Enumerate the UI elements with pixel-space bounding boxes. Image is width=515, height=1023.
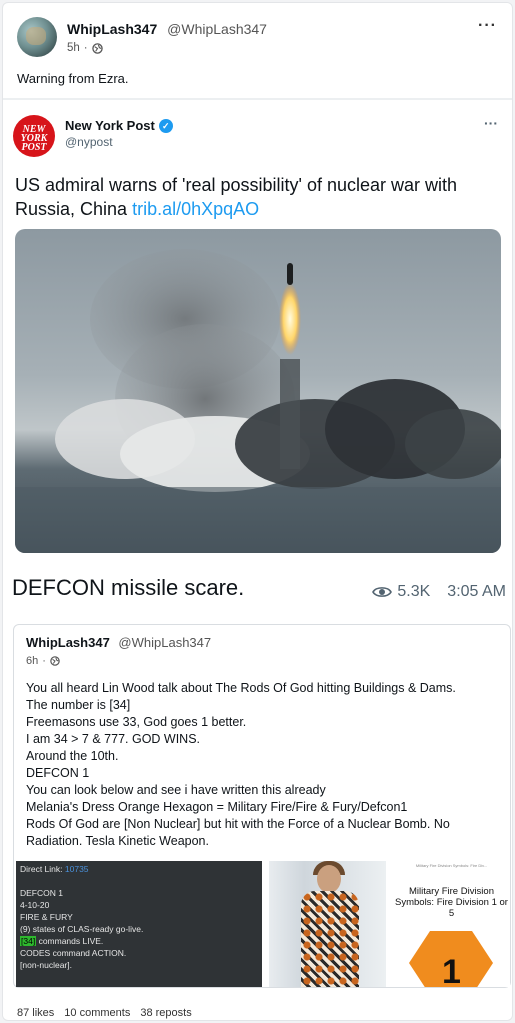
quote-age: 6h (26, 655, 39, 667)
post-card: WhipLash347 @WhipLash347 5h · ··· Warnin… (2, 2, 513, 1021)
tweet-headline: US admiral warns of 'real possibility' o… (15, 173, 505, 221)
view-stats: 5.3K 3:05 AM (372, 583, 506, 601)
tweet-author: New York Post ✓ (65, 118, 173, 133)
hexagon-number: 1 (442, 953, 461, 987)
quote-line: I am 34 > 7 & 777. GOD WINS. (26, 732, 201, 746)
highlight-number: [34] (20, 936, 37, 946)
missile-launch-illustration (15, 249, 501, 553)
embedded-tweet-image[interactable]: NEW YORK POST New York Post ✓ @nypost ··· … (3, 101, 512, 615)
post-header: WhipLash347 @WhipLash347 5h · ··· (17, 17, 497, 61)
media-thumbnail-text-screenshot[interactable]: Direct Link: 10735 DEFCON 1 4-10-20 FIRE… (16, 861, 262, 987)
author-line: WhipLash347 @WhipLash347 (67, 21, 267, 37)
comments-count[interactable]: 10 comments (64, 1007, 130, 1019)
reposts-count[interactable]: 38 reposts (140, 1007, 191, 1019)
post-caption: Warning from Ezra. (17, 71, 129, 86)
quoted-post[interactable]: WhipLash347 @WhipLash347 6h · You all he… (13, 624, 511, 988)
likes-count[interactable]: 87 likes (17, 1007, 54, 1019)
missile-launch-photo (15, 229, 501, 553)
view-count: 5.3K (397, 583, 431, 600)
quote-line: DEFCON 1 (26, 766, 90, 780)
tweet-author-handle: @nypost (65, 135, 113, 149)
avatar[interactable] (17, 17, 57, 57)
divider (3, 98, 512, 100)
patterned-dress (301, 891, 359, 987)
direct-link-value: 10735 (64, 864, 89, 874)
thumb-line: 4-10-20 (20, 900, 50, 910)
media-grid: Direct Link: 10735 DEFCON 1 4-10-20 FIRE… (14, 861, 510, 987)
quote-author-name[interactable]: WhipLash347 (26, 635, 110, 650)
verified-badge-icon: ✓ (158, 118, 173, 133)
quote-meta: 6h · (26, 655, 60, 667)
thumb-line: (9) states of CLAS-ready go-live. (20, 924, 144, 934)
quote-line: Around the 10th. (26, 749, 119, 763)
headline-link: trib.al/0hXpqAO (132, 199, 260, 219)
nypost-logo: NEW YORK POST (13, 115, 55, 157)
tweet-author-name: New York Post (65, 118, 155, 133)
thumb-line: FIRE & FURY (20, 912, 73, 922)
thumb-line: commands LIVE. (38, 936, 104, 946)
quote-line: You all heard Lin Wood talk about The Ro… (26, 681, 456, 695)
quote-line: Melania's Dress Orange Hexagon = Militar… (26, 800, 408, 814)
author-handle[interactable]: @WhipLash347 (167, 21, 267, 37)
globe-icon (50, 656, 60, 666)
engagement-stats: 87 likes 10 comments 38 reposts (17, 1007, 192, 1019)
media-thumbnail-hexagon[interactable]: Military Fire Division Symbols: Fire Div… (393, 861, 510, 987)
thumb-line: DEFCON 1 (20, 888, 63, 898)
globe-icon (91, 42, 103, 54)
tweet-time: 3:05 AM (447, 583, 506, 600)
thumb-line: CODES command ACTION. (20, 948, 127, 958)
quote-author-handle[interactable]: @WhipLash347 (118, 635, 211, 650)
thumb-direct-link: Direct Link: 10735 (20, 863, 258, 875)
thumb3-title: Military Fire Division Symbols: Fire Div… (395, 886, 508, 919)
author-name[interactable]: WhipLash347 (67, 21, 157, 37)
more-horizontal-icon[interactable]: ··· (478, 17, 497, 35)
direct-link-label: Direct Link: (20, 864, 63, 874)
eye-icon (372, 587, 393, 597)
thumb-line-highlight: [34] commands LIVE. (20, 935, 258, 947)
quote-author-line: WhipLash347 @WhipLash347 (26, 635, 211, 650)
quote-line: The number is [34] (26, 698, 131, 712)
quote-line: You can look below and see i have writte… (26, 783, 326, 797)
quote-line: Freemasons use 33, God goes 1 better. (26, 715, 247, 729)
thumb3-caption: Military Fire Division Symbols: Fire Div… (415, 863, 488, 868)
head-shape (317, 865, 341, 893)
photo-title-overlay: DEFCON missile scare. (12, 575, 245, 600)
post-age: 5h (67, 42, 80, 54)
thumb-line: [non-nuclear]. (20, 960, 72, 970)
dot-separator: · (42, 655, 46, 667)
quote-line: Rods Of God are [Non Nuclear] but hit wi… (26, 817, 450, 848)
quote-body: You all heard Lin Wood talk about The Ro… (26, 680, 506, 850)
dot-separator: · (83, 42, 88, 54)
more-horizontal-icon: ··· (484, 115, 498, 131)
post-meta: 5h · (67, 42, 103, 54)
media-thumbnail-dress-photo[interactable] (269, 861, 386, 987)
